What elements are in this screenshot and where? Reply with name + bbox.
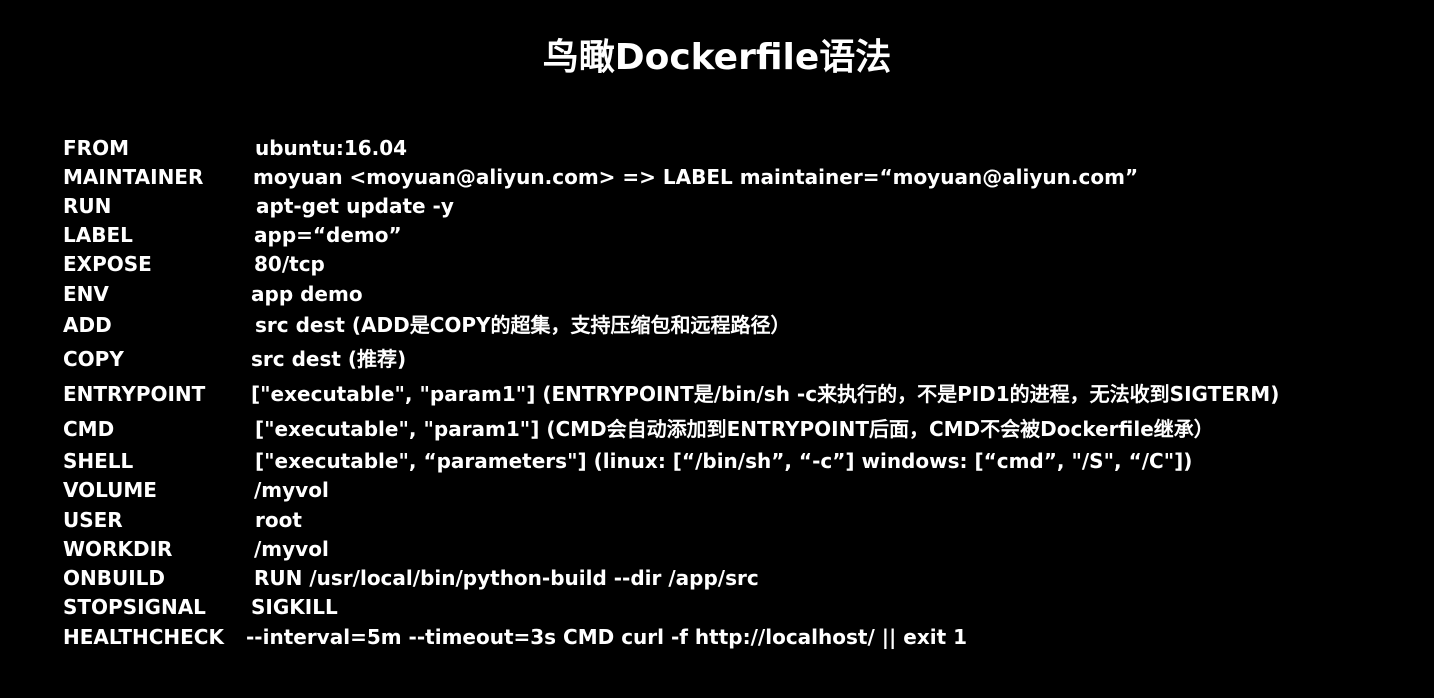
instruction-row-user: USER root bbox=[63, 506, 1423, 534]
instruction-row-run: RUN apt-get update -y bbox=[63, 192, 1423, 220]
instruction-value: src dest (ADD是COPY的超集，支持压缩包和远程路径） bbox=[255, 313, 791, 337]
instruction-keyword: USER bbox=[63, 508, 123, 532]
instruction-keyword: ENV bbox=[63, 282, 109, 306]
instruction-value: ubuntu:16.04 bbox=[255, 136, 408, 160]
instruction-value: --interval=5m --timeout=3s CMD curl -f h… bbox=[246, 625, 968, 649]
instruction-keyword: STOPSIGNAL bbox=[63, 595, 206, 619]
instruction-keyword: VOLUME bbox=[63, 478, 157, 502]
instruction-value: ["executable", “parameters"] (linux: [“/… bbox=[255, 449, 1193, 473]
instruction-value: apt-get update -y bbox=[256, 194, 454, 218]
instruction-row-shell: SHELL ["executable", “parameters"] (linu… bbox=[63, 447, 1423, 475]
instruction-row-label: LABEL app=“demo” bbox=[63, 221, 1423, 249]
instruction-value: 80/tcp bbox=[254, 252, 325, 276]
instruction-value: /myvol bbox=[254, 537, 329, 561]
instruction-value: ["executable", "param1"] (CMD会自动添加到ENTRY… bbox=[255, 417, 1214, 441]
instruction-row-expose: EXPOSE 80/tcp bbox=[63, 250, 1423, 278]
instruction-keyword: RUN bbox=[63, 194, 112, 218]
instruction-keyword: EXPOSE bbox=[63, 252, 152, 276]
instruction-keyword: HEALTHCHECK bbox=[63, 625, 224, 649]
slide: { "title": "鸟瞰Dockerfile语法", "rows": [ {… bbox=[0, 0, 1434, 698]
instruction-row-entrypoint: ENTRYPOINT ["executable", "param1"] (ENT… bbox=[63, 380, 1423, 408]
instruction-value: src dest (推荐) bbox=[251, 347, 407, 371]
instruction-row-volume: VOLUME /myvol bbox=[63, 476, 1423, 504]
instruction-keyword: ENTRYPOINT bbox=[63, 382, 206, 406]
instruction-keyword: CMD bbox=[63, 417, 115, 441]
instruction-row-env: ENV app demo bbox=[63, 280, 1423, 308]
instruction-row-stopsignal: STOPSIGNAL SIGKILL bbox=[63, 593, 1423, 621]
instruction-row-copy: COPY src dest (推荐) bbox=[63, 345, 1423, 373]
instruction-value: ["executable", "param1"] (ENTRYPOINT是/bi… bbox=[251, 382, 1280, 406]
instruction-value: moyuan <moyuan@aliyun.com> => LABEL main… bbox=[253, 165, 1139, 189]
instruction-keyword: LABEL bbox=[63, 223, 133, 247]
instruction-row-cmd: CMD ["executable", "param1"] (CMD会自动添加到E… bbox=[63, 415, 1423, 443]
slide-title: 鸟瞰Dockerfile语法 bbox=[542, 37, 892, 78]
instruction-value: app=“demo” bbox=[254, 223, 402, 247]
instruction-value: RUN /usr/local/bin/python-build --dir /a… bbox=[254, 566, 759, 590]
instruction-keyword: FROM bbox=[63, 136, 129, 160]
instruction-value: root bbox=[255, 508, 302, 532]
instruction-row-from: FROM ubuntu:16.04 bbox=[63, 134, 1423, 162]
instruction-row-healthcheck: HEALTHCHECK --interval=5m --timeout=3s C… bbox=[63, 623, 1423, 651]
instruction-keyword: COPY bbox=[63, 347, 124, 371]
instruction-value: /myvol bbox=[254, 478, 329, 502]
instruction-keyword: SHELL bbox=[63, 449, 134, 473]
instruction-keyword: WORKDIR bbox=[63, 537, 173, 561]
instruction-value: app demo bbox=[251, 282, 363, 306]
instruction-keyword: ONBUILD bbox=[63, 566, 166, 590]
instruction-row-workdir: WORKDIR /myvol bbox=[63, 535, 1423, 563]
instruction-row-add: ADD src dest (ADD是COPY的超集，支持压缩包和远程路径） bbox=[63, 311, 1423, 339]
instruction-keyword: MAINTAINER bbox=[63, 165, 204, 189]
instruction-keyword: ADD bbox=[63, 313, 112, 337]
instruction-value: SIGKILL bbox=[251, 595, 338, 619]
instruction-row-onbuild: ONBUILD RUN /usr/local/bin/python-build … bbox=[63, 564, 1423, 592]
instruction-row-maintainer: MAINTAINER moyuan <moyuan@aliyun.com> =>… bbox=[63, 163, 1423, 191]
